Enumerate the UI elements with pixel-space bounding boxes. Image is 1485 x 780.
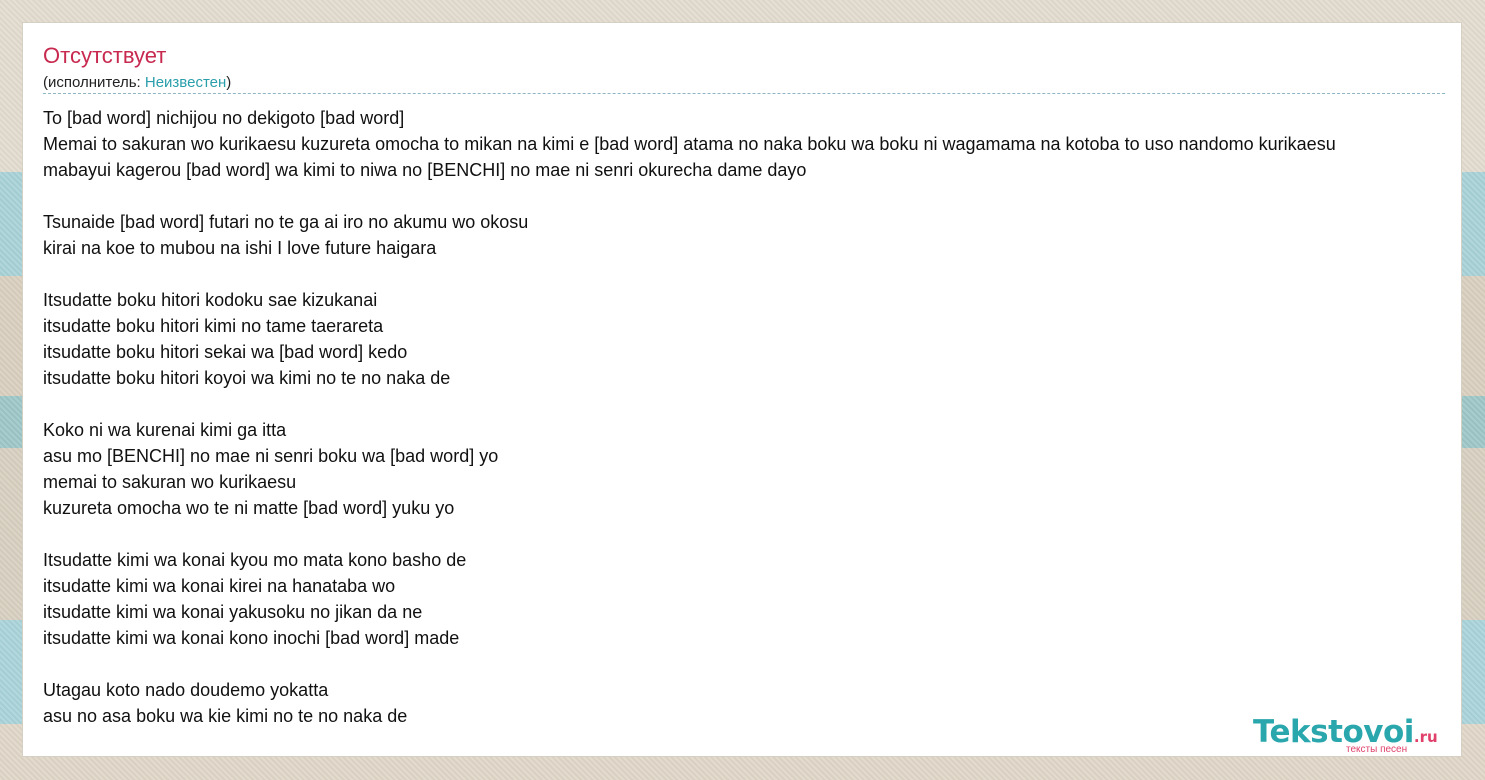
lyric-line: memai to sakuran wo kurikaesu [43, 472, 297, 492]
lyric-blank-line [43, 261, 1461, 287]
lyric-line: mabayui kagerou [bad word] wa kimi to ni… [43, 160, 807, 180]
lyric-line: To [bad word] nichijou no dekigoto [bad … [43, 108, 405, 128]
artist-suffix: ) [226, 74, 232, 91]
lyric-line: kirai na koe to mubou na ishi I love fut… [43, 238, 437, 258]
lyric-line: itsudatte kimi wa konai yakusoku no jika… [43, 602, 423, 622]
lyric-line: itsudatte kimi wa konai kono inochi [bad… [43, 628, 460, 648]
artist-line: (исполнитель: Неизвестен) [43, 74, 231, 91]
lyric-line: asu no asa boku wa kie kimi no te no nak… [43, 706, 408, 726]
lyrics-text: To [bad word] nichijou no dekigoto [bad … [43, 105, 1461, 729]
lyric-line: itsudatte boku hitori koyoi wa kimi no t… [43, 368, 451, 388]
song-title: Отсутствует [43, 43, 167, 68]
lyric-line: Utagau koto nado doudemo yokatta [43, 680, 329, 700]
artist-link[interactable]: Неизвестен [145, 74, 226, 91]
lyric-blank-line [43, 183, 1461, 209]
divider [43, 93, 1445, 94]
lyric-line: itsudatte kimi wa konai kirei na hanatab… [43, 576, 396, 596]
artist-prefix: (исполнитель: [43, 74, 145, 91]
lyric-blank-line [43, 521, 1461, 547]
logo-tld: .ru [1413, 728, 1438, 746]
lyric-line: Memai to sakuran wo kurikaesu kuzureta o… [43, 134, 1336, 154]
lyric-blank-line [43, 651, 1461, 677]
lyric-line: Tsunaide [bad word] futari no te ga ai i… [43, 212, 529, 232]
lyric-blank-line [43, 391, 1461, 417]
lyric-line: kuzureta omocha wo te ni matte [bad word… [43, 498, 455, 518]
lyric-line: Itsudatte boku hitori kodoku sae kizukan… [43, 290, 378, 310]
lyric-line: itsudatte boku hitori sekai wa [bad word… [43, 342, 408, 362]
lyric-line: asu mo [BENCHI] no mae ni senri boku wa … [43, 446, 499, 466]
lyric-line: Koko ni wa kurenai kimi ga itta [43, 420, 287, 440]
lyric-line: itsudatte boku hitori kimi no tame taera… [43, 316, 384, 336]
logo-tagline: тексты песен [1346, 744, 1408, 755]
lyric-line: Itsudatte kimi wa konai kyou mo mata kon… [43, 550, 467, 570]
lyrics-panel: Отсутствует (исполнитель: Неизвестен) To… [22, 22, 1462, 757]
